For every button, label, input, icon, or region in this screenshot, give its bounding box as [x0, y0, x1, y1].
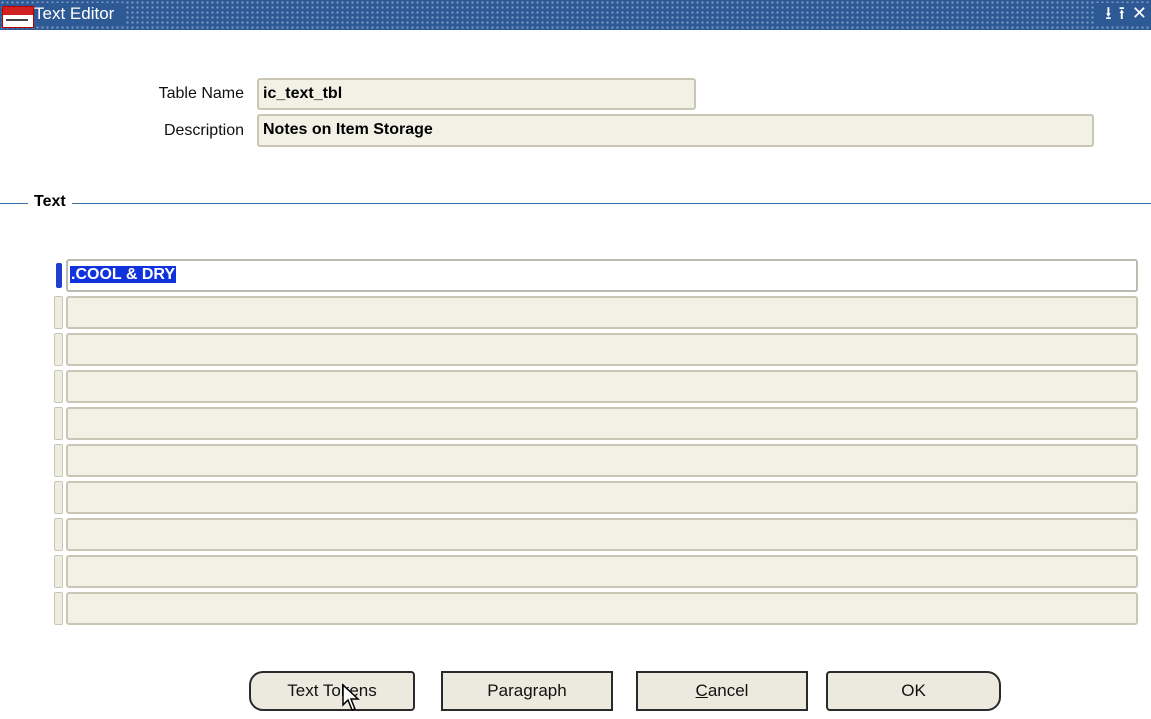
- table-name-label: Table Name: [158, 85, 244, 102]
- cancel-label: ancel: [707, 681, 749, 700]
- text-line-row[interactable]: .COOL & DRY: [54, 259, 1138, 292]
- restore-icon[interactable]: ⭱: [1119, 3, 1125, 25]
- row-indicator[interactable]: [54, 370, 63, 403]
- title-bar[interactable]: Text Editor ⭳ ⭱ ✕: [0, 0, 1151, 30]
- table-name-field[interactable]: ic_text_tbl: [257, 78, 696, 110]
- row-indicator[interactable]: [54, 296, 63, 329]
- text-tokens-button[interactable]: Text Tokens: [249, 671, 415, 711]
- section-title-text: Text: [28, 193, 72, 211]
- text-line-field[interactable]: [66, 333, 1138, 366]
- text-line-row[interactable]: [54, 444, 1138, 477]
- row-indicator[interactable]: [54, 518, 63, 551]
- mouse-pointer-icon: [342, 683, 360, 711]
- row-indicator[interactable]: [54, 555, 63, 588]
- text-line-row[interactable]: [54, 555, 1138, 588]
- row-indicator[interactable]: [54, 333, 63, 366]
- section-divider: [0, 203, 1151, 204]
- text-line-field[interactable]: [66, 518, 1138, 551]
- text-line-field[interactable]: [66, 481, 1138, 514]
- text-line-row[interactable]: [54, 296, 1138, 329]
- text-line-field[interactable]: [66, 296, 1138, 329]
- text-line-row[interactable]: [54, 481, 1138, 514]
- cancel-button[interactable]: Cancel: [636, 671, 808, 711]
- paragraph-button[interactable]: Paragraph: [441, 671, 613, 711]
- minimize-icon[interactable]: ⭳: [1105, 3, 1111, 25]
- window-controls: ⭳ ⭱ ✕: [1095, 3, 1151, 25]
- row-indicator[interactable]: [54, 481, 63, 514]
- text-line-row[interactable]: [54, 592, 1138, 625]
- paragraph-label: Paragraph: [487, 681, 567, 700]
- selected-text: .COOL & DRY: [70, 266, 177, 283]
- description-label: Description: [163, 122, 244, 139]
- text-line-field[interactable]: [66, 370, 1138, 403]
- close-icon[interactable]: ✕: [1132, 3, 1147, 25]
- text-line-field[interactable]: .COOL & DRY: [66, 259, 1138, 292]
- window-title: Text Editor: [34, 3, 125, 25]
- text-line-field[interactable]: [66, 592, 1138, 625]
- text-line-row[interactable]: [54, 370, 1138, 403]
- text-line-row[interactable]: [54, 333, 1138, 366]
- ok-button[interactable]: OK: [826, 671, 1001, 711]
- text-line-row[interactable]: [54, 518, 1138, 551]
- row-indicator[interactable]: [56, 263, 62, 288]
- row-indicator[interactable]: [54, 592, 63, 625]
- text-line-row[interactable]: [54, 407, 1138, 440]
- description-field[interactable]: Notes on Item Storage: [257, 114, 1094, 147]
- text-line-field[interactable]: [66, 444, 1138, 477]
- ok-label: OK: [901, 681, 926, 700]
- oracle-app-icon: [2, 6, 34, 28]
- cancel-mnemonic: C: [695, 681, 708, 700]
- text-line-field[interactable]: [66, 407, 1138, 440]
- row-indicator[interactable]: [54, 407, 63, 440]
- row-indicator[interactable]: [54, 444, 63, 477]
- text-line-field[interactable]: [66, 555, 1138, 588]
